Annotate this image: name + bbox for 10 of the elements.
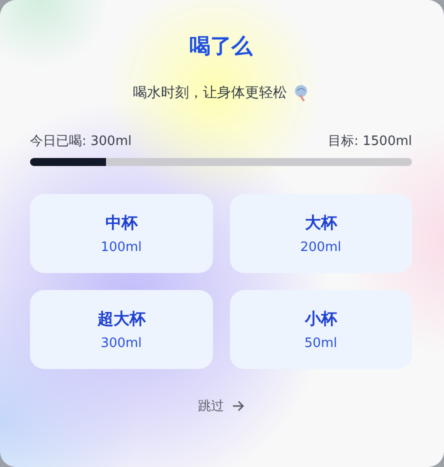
app-title: 喝了么 bbox=[188, 33, 254, 60]
skip-button[interactable]: 跳过 bbox=[194, 395, 248, 417]
goal-label: 目标: 1500ml bbox=[328, 133, 412, 150]
subtitle: 喝水时刻，让身体更轻松 bbox=[133, 84, 287, 102]
cup-option-button[interactable]: 超大杯 300ml bbox=[30, 290, 212, 369]
consumed-label: 今日已喝: 300ml bbox=[30, 133, 132, 150]
cup-option-button[interactable]: 大杯 200ml bbox=[230, 194, 412, 273]
cup-option-button[interactable]: 中杯 100ml bbox=[30, 194, 212, 273]
arrow-icon bbox=[232, 400, 244, 412]
cup-option-button[interactable]: 小杯 50ml bbox=[230, 290, 412, 369]
